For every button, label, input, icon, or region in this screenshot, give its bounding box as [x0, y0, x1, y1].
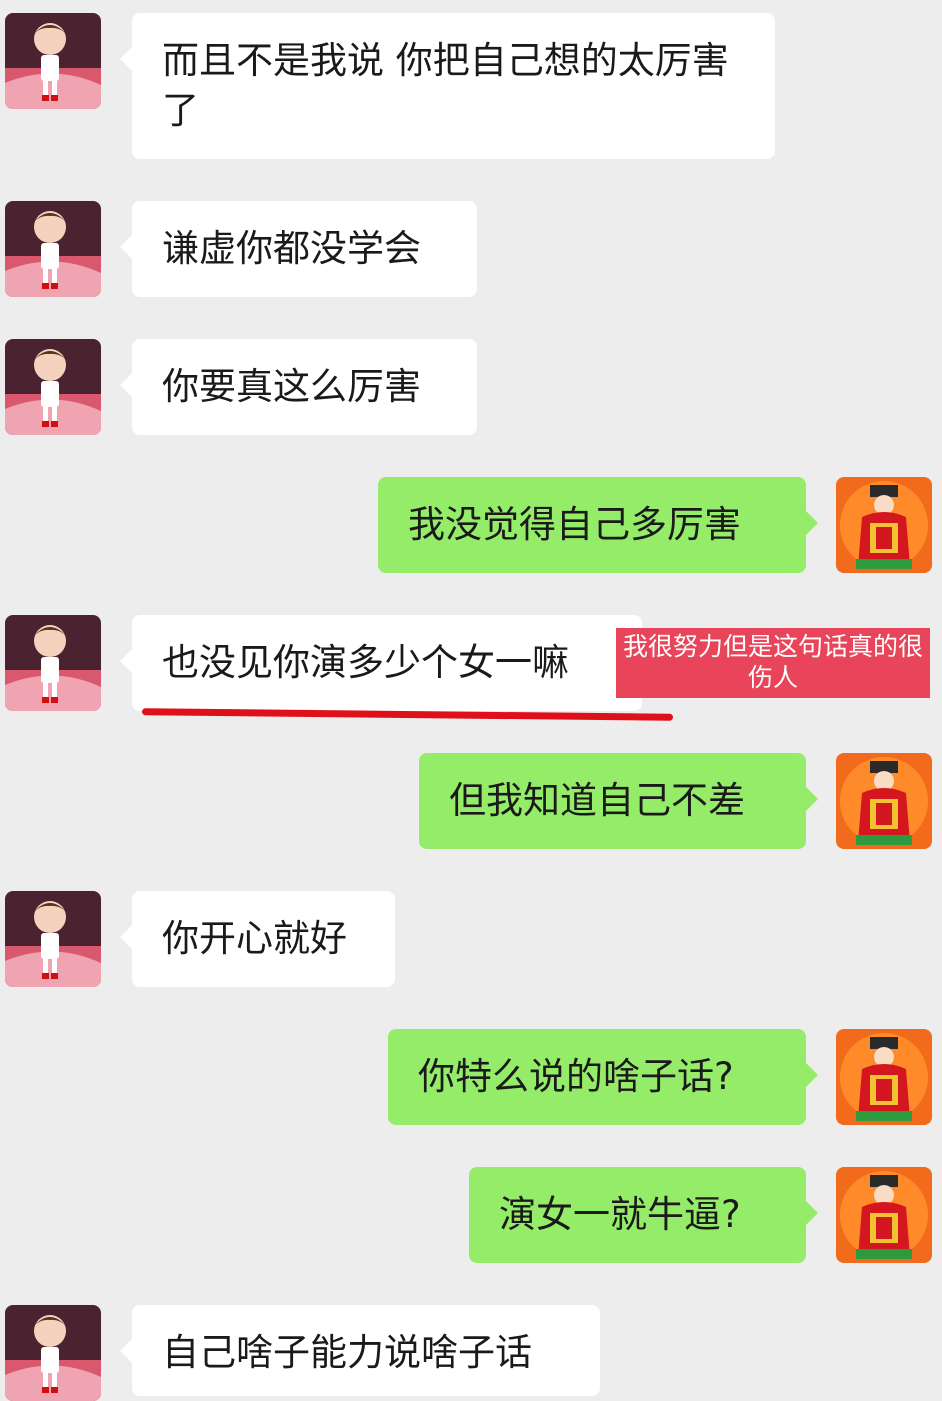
my-avatar[interactable]	[836, 1029, 932, 1125]
message-text: 我没觉得自己多厉害	[408, 503, 741, 546]
message-text: 也没见你演多少个女一嘛	[162, 641, 569, 684]
message-bubble-incoming[interactable]: 你要真这么厉害	[120, 339, 477, 435]
contact-avatar[interactable]	[5, 201, 101, 297]
message-bubble-incoming[interactable]: 也没见你演多少个女一嘛	[120, 615, 642, 711]
contact-avatar[interactable]	[5, 891, 101, 987]
message-bubble-outgoing[interactable]: 但我知道自己不差	[419, 753, 818, 849]
message-bubble-outgoing[interactable]: 我没觉得自己多厉害	[378, 477, 818, 573]
cartoon-boy-avatar-icon	[5, 1305, 101, 1401]
message-text: 自己啥子能力说啥子话	[162, 1331, 532, 1374]
message-text: 你特么说的啥子话?	[418, 1055, 734, 1098]
my-avatar[interactable]	[836, 753, 932, 849]
contact-avatar[interactable]	[5, 615, 101, 711]
my-avatar[interactable]	[836, 1167, 932, 1263]
contact-avatar[interactable]	[5, 13, 101, 109]
cartoon-boy-avatar-icon	[5, 339, 101, 435]
cartoon-boy-avatar-icon	[5, 13, 101, 109]
message-text: 但我知道自己不差	[449, 779, 745, 822]
cartoon-boy-avatar-icon	[5, 615, 101, 711]
message-bubble-incoming[interactable]: 你开心就好	[120, 891, 395, 987]
contact-avatar[interactable]	[5, 339, 101, 435]
cartoon-boy-avatar-icon	[5, 891, 101, 987]
message-bubble-outgoing[interactable]: 你特么说的啥子话?	[388, 1029, 818, 1125]
message-text: 演女一就牛逼?	[499, 1193, 741, 1236]
cartoon-boy-avatar-icon	[5, 201, 101, 297]
god-of-wealth-avatar-icon	[836, 477, 932, 573]
message-text: 你要真这么厉害	[162, 365, 421, 408]
message-text: 谦虚你都没学会	[162, 227, 421, 270]
message-bubble-incoming[interactable]: 而且不是我说 你把自己想的太厉害了	[120, 13, 775, 159]
message-text: 而且不是我说 你把自己想的太厉害了	[162, 39, 729, 132]
contact-avatar[interactable]	[5, 1305, 101, 1401]
message-bubble-outgoing[interactable]: 演女一就牛逼?	[469, 1167, 818, 1263]
my-avatar[interactable]	[836, 477, 932, 573]
message-bubble-incoming[interactable]: 谦虚你都没学会	[120, 201, 477, 297]
message-text: 你开心就好	[162, 917, 347, 960]
god-of-wealth-avatar-icon	[836, 1167, 932, 1263]
god-of-wealth-avatar-icon	[836, 1029, 932, 1125]
annotation-label: 我很努力但是这句话真的很伤人	[616, 628, 930, 698]
god-of-wealth-avatar-icon	[836, 753, 932, 849]
message-bubble-incoming[interactable]: 自己啥子能力说啥子话	[120, 1305, 600, 1396]
